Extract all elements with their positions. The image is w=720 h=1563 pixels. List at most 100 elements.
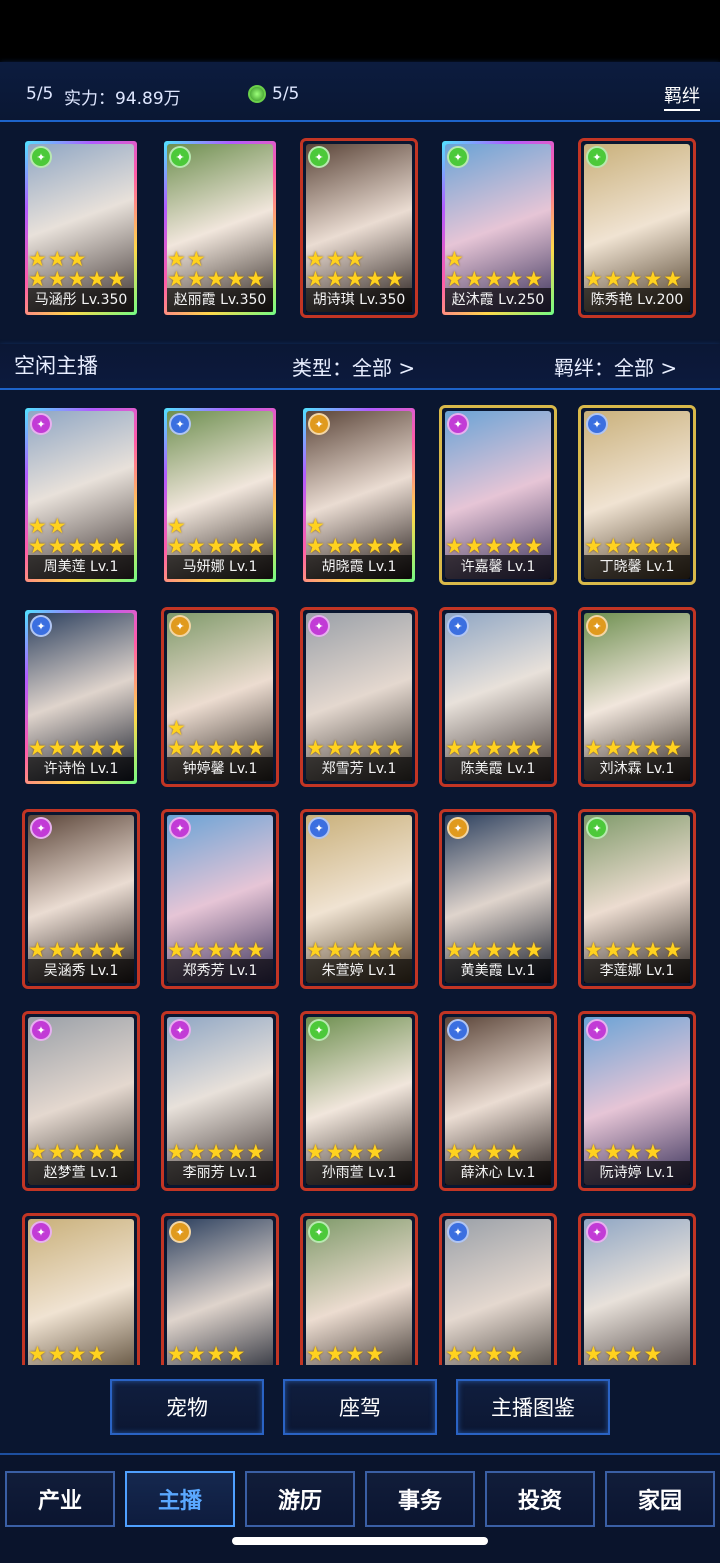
team-count: 5/5 bbox=[26, 84, 54, 104]
star-rating: ★ ★ ★ ★ ★ bbox=[584, 738, 690, 759]
idle-card[interactable]: ✦ ★ ★ ★ ★ 阮诗婷 Lv.1 bbox=[578, 1011, 696, 1191]
star-icon: ★ bbox=[464, 534, 484, 558]
idle-card[interactable]: ✦ ★ ★ ★ ★ 孙雨萱 Lv.1 bbox=[300, 1011, 418, 1191]
idle-card[interactable]: ✦ ★ ★ ★ ★ 薛沐心 Lv.1 bbox=[439, 1011, 557, 1191]
star-icon: ★ bbox=[484, 736, 504, 760]
star-rating: ★ ★ ★ ★ ★ bbox=[584, 269, 690, 290]
idle-card[interactable]: ✦ ★ ★ ★ ★ ★ ★ 胡晓霞 Lv.1 bbox=[300, 405, 418, 585]
anchor-name-level: 陈秀艳 Lv.200 bbox=[584, 288, 690, 312]
idle-card[interactable]: ✦ ★ ★ ★ ★ ★ 刘沐霖 Lv.1 bbox=[578, 607, 696, 787]
anchor-name-level: 朱萱婷 Lv.1 bbox=[306, 959, 412, 983]
star-icon: ★ bbox=[365, 534, 385, 558]
star-icon: ★ bbox=[643, 938, 663, 962]
idle-card[interactable]: ✦ ★ ★ ★ ★ ★ 黄美霞 Lv.1 bbox=[439, 809, 557, 989]
star-icon: ★ bbox=[167, 1140, 186, 1164]
star-rating: ★ ★ ★ bbox=[306, 249, 412, 270]
star-icon: ★ bbox=[345, 267, 365, 291]
star-icon: ★ bbox=[464, 938, 484, 962]
anchor-name-level: 郑秀芳 Lv.1 bbox=[167, 959, 273, 983]
star-icon: ★ bbox=[306, 1342, 325, 1365]
idle-card[interactable]: ✦ ★ ★ ★ ★ ★ ★ ★ 周美莲 Lv.1 bbox=[22, 405, 140, 585]
star-icon: ★ bbox=[584, 736, 603, 760]
star-icon: ★ bbox=[28, 247, 47, 271]
idle-card[interactable]: ✦ ★ ★ ★ ★ ★ 朱萱婷 Lv.1 bbox=[300, 809, 418, 989]
star-icon: ★ bbox=[464, 736, 484, 760]
star-rating: ★ ★ ★ ★ bbox=[306, 1344, 412, 1365]
gem-counter: 5/5 bbox=[248, 84, 299, 104]
star-icon: ★ bbox=[584, 1342, 603, 1365]
type-filter-button[interactable]: 类型：全部 > bbox=[292, 352, 415, 381]
bond-link[interactable]: 羁绊 bbox=[664, 82, 700, 111]
idle-card[interactable]: ✦ ★ ★ ★ ★ bbox=[439, 1213, 557, 1365]
nav-industry[interactable]: 产业 bbox=[5, 1471, 115, 1527]
nav-invest[interactable]: 投资 bbox=[485, 1471, 595, 1527]
pet-button[interactable]: 宠物 bbox=[110, 1379, 264, 1435]
idle-card[interactable]: ✦ ★ ★ ★ ★ ★ ★ 马妍娜 Lv.1 bbox=[161, 405, 279, 585]
star-icon: ★ bbox=[445, 534, 464, 558]
idle-card[interactable]: ✦ ★ ★ ★ ★ bbox=[22, 1213, 140, 1365]
star-icon: ★ bbox=[47, 938, 67, 962]
idle-card[interactable]: ✦ ★ ★ ★ ★ ★ 郑雪芳 Lv.1 bbox=[300, 607, 418, 787]
idle-card[interactable]: ✦ ★ ★ ★ ★ ★ 陈美霞 Lv.1 bbox=[439, 607, 557, 787]
nav-home[interactable]: 家园 bbox=[605, 1471, 715, 1527]
idle-card[interactable]: ✦ ★ ★ ★ ★ bbox=[300, 1213, 418, 1365]
star-icon: ★ bbox=[226, 1140, 246, 1164]
team-card[interactable]: ✦ ★ ★ ★ ★ ★ ★ ★ ★ 马涵彤 Lv.350 bbox=[22, 138, 140, 318]
idle-card[interactable]: ✦ ★ ★ ★ ★ bbox=[578, 1213, 696, 1365]
star-rating: ★ ★ ★ ★ ★ bbox=[28, 269, 134, 290]
team-card[interactable]: ✦ ★ ★ ★ ★ ★ ★ ★ ★ 胡诗琪 Lv.350 bbox=[300, 138, 418, 318]
star-icon: ★ bbox=[67, 267, 87, 291]
star-rating: ★ ★ ★ ★ ★ bbox=[584, 536, 690, 557]
green-type-badge-icon: ✦ bbox=[30, 146, 52, 168]
star-icon: ★ bbox=[504, 938, 524, 962]
star-rating: ★ ★ bbox=[167, 249, 273, 270]
star-icon: ★ bbox=[186, 1140, 206, 1164]
anchor-name-level: 丁晓馨 Lv.1 bbox=[584, 555, 690, 579]
nav-affairs[interactable]: 事务 bbox=[365, 1471, 475, 1527]
idle-card[interactable]: ✦ ★ ★ ★ ★ ★ 李莲娜 Lv.1 bbox=[578, 809, 696, 989]
idle-card[interactable]: ✦ ★ ★ ★ ★ ★ 吴涵秀 Lv.1 bbox=[22, 809, 140, 989]
team-card[interactable]: ✦ ★ ★ ★ ★ ★ ★ ★ 赵丽霞 Lv.350 bbox=[161, 138, 279, 318]
star-icon: ★ bbox=[603, 938, 623, 962]
star-icon: ★ bbox=[464, 267, 484, 291]
star-icon: ★ bbox=[186, 938, 206, 962]
star-rating: ★ ★ ★ ★ ★ bbox=[306, 536, 412, 557]
team-card[interactable]: ✦ ★ ★ ★ ★ ★ 陈秀艳 Lv.200 bbox=[578, 138, 696, 318]
star-rating: ★ ★ ★ ★ ★ bbox=[306, 940, 412, 961]
anchor-name-level: 马涵彤 Lv.350 bbox=[28, 288, 134, 312]
idle-card[interactable]: ✦ ★ ★ ★ ★ ★ ★ 钟婷馨 Lv.1 bbox=[161, 607, 279, 787]
anchor-name-level: 周美莲 Lv.1 bbox=[28, 555, 134, 579]
star-icon: ★ bbox=[584, 534, 603, 558]
idle-card[interactable]: ✦ ★ ★ ★ ★ ★ 李丽芳 Lv.1 bbox=[161, 1011, 279, 1191]
idle-card[interactable]: ✦ ★ ★ ★ ★ ★ 赵梦萱 Lv.1 bbox=[22, 1011, 140, 1191]
idle-card[interactable]: ✦ ★ ★ ★ ★ ★ 许诗怡 Lv.1 bbox=[22, 607, 140, 787]
star-icon: ★ bbox=[623, 1140, 643, 1164]
star-icon: ★ bbox=[306, 247, 325, 271]
star-rating: ★ ★ ★ ★ ★ bbox=[167, 536, 273, 557]
nav-anchor[interactable]: 主播 bbox=[125, 1471, 235, 1527]
gallery-button[interactable]: 主播图鉴 bbox=[456, 1379, 610, 1435]
filter-bar: 空闲主播 类型：全部 > 羁绊：全部 > bbox=[0, 344, 720, 390]
star-icon: ★ bbox=[325, 736, 345, 760]
mount-button[interactable]: 座驾 bbox=[283, 1379, 437, 1435]
green-gem-icon bbox=[248, 85, 266, 103]
anchor-name-level: 阮诗婷 Lv.1 bbox=[584, 1161, 690, 1185]
idle-card[interactable]: ✦ ★ ★ ★ ★ ★ 郑秀芳 Lv.1 bbox=[161, 809, 279, 989]
idle-card[interactable]: ✦ ★ ★ ★ ★ ★ 丁晓馨 Lv.1 bbox=[578, 405, 696, 585]
idle-card[interactable]: ✦ ★ ★ ★ ★ bbox=[161, 1213, 279, 1365]
bond-filter-button[interactable]: 羁绊：全部 > bbox=[554, 352, 677, 381]
anchor-name-level: 赵梦萱 Lv.1 bbox=[28, 1161, 134, 1185]
star-icon: ★ bbox=[107, 267, 127, 291]
nav-travel[interactable]: 游历 bbox=[245, 1471, 355, 1527]
star-icon: ★ bbox=[67, 1342, 87, 1365]
status-bar bbox=[0, 0, 720, 62]
star-icon: ★ bbox=[306, 938, 325, 962]
star-rating: ★ ★ ★ ★ bbox=[306, 1142, 412, 1163]
star-icon: ★ bbox=[167, 1342, 186, 1365]
star-rating: ★ ★ ★ ★ bbox=[28, 1344, 134, 1365]
blue-type-badge-icon: ✦ bbox=[447, 1221, 469, 1243]
star-rating: ★ ★ ★ ★ ★ bbox=[167, 940, 273, 961]
orange-type-badge-icon: ✦ bbox=[447, 817, 469, 839]
team-card[interactable]: ✦ ★ ★ ★ ★ ★ ★ 赵沐霞 Lv.250 bbox=[439, 138, 557, 318]
idle-card[interactable]: ✦ ★ ★ ★ ★ ★ 许嘉馨 Lv.1 bbox=[439, 405, 557, 585]
